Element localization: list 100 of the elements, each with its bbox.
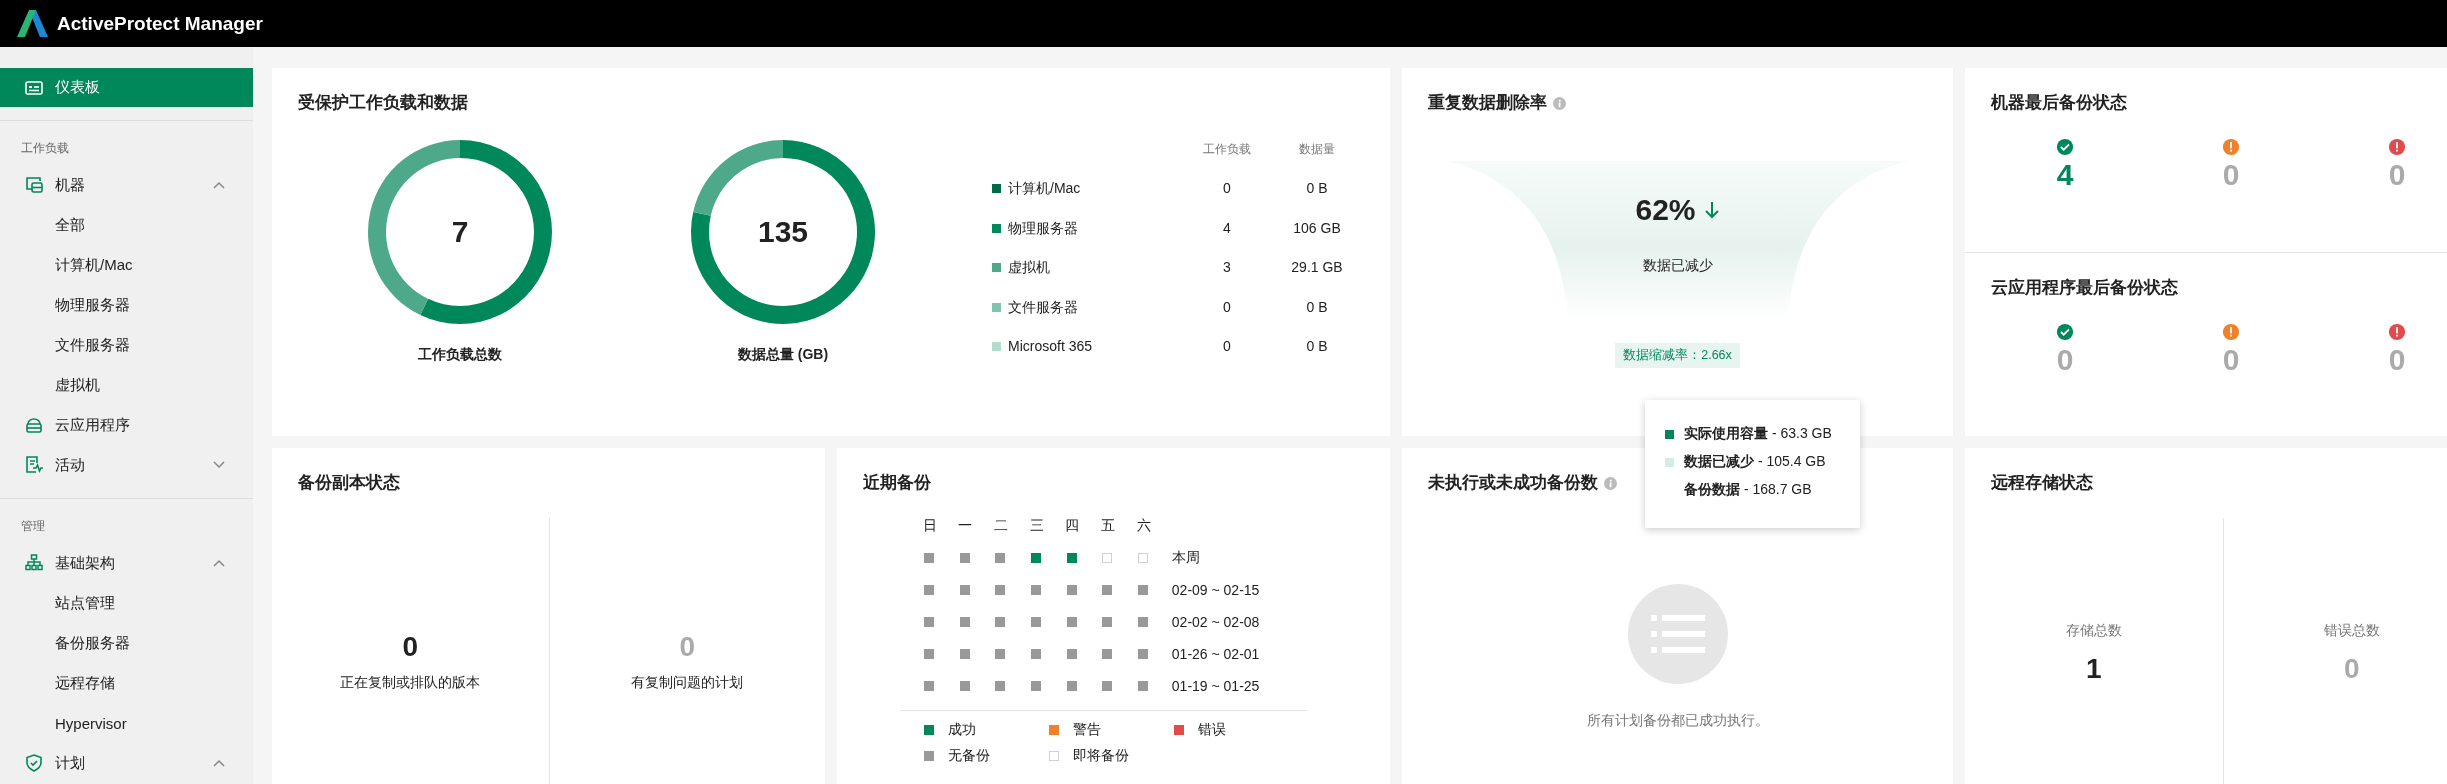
check-circle-icon <box>2056 138 2074 156</box>
dedup-percent: 62% <box>1635 193 1696 227</box>
error-icon <box>2388 138 2406 156</box>
stat-label: 错误总数 <box>2323 622 2380 640</box>
sidebar-subitem[interactable]: 备份服务器 <box>0 623 253 663</box>
sidebar-item[interactable]: 仪表板 <box>0 68 253 107</box>
section-heading: 管理 <box>20 518 46 535</box>
day-status-square <box>1102 617 1113 627</box>
sidebar-item-label: 机器 <box>55 175 86 195</box>
sidebar-subitem[interactable]: 远程存储 <box>0 663 253 703</box>
legend-label: 警告 <box>1073 721 1101 739</box>
day-status-square <box>1031 585 1042 595</box>
tooltip-text: 实际使用容量 - 63.3 GB <box>1684 425 1832 443</box>
empty-message: 所有计划备份都已成功执行。 <box>1586 712 1769 730</box>
table-cell-text: 106 GB <box>1292 218 1342 238</box>
dedup-caption: 数据已减少 <box>1642 257 1713 275</box>
day-status-square <box>1102 585 1113 595</box>
sidebar-subitem[interactable]: 虚拟机 <box>0 365 253 405</box>
day-status-square <box>1066 553 1077 563</box>
weekday-label: 四 <box>1064 517 1080 535</box>
error-icon <box>2388 322 2406 341</box>
sidebar-subitem[interactable]: 全部 <box>0 205 253 245</box>
day-status-square <box>1102 649 1113 659</box>
week-label: 01-26 ~ 02-01 <box>1171 646 1261 662</box>
sidebar-item-label: 仪表板 <box>55 78 101 97</box>
monitor-icon <box>24 175 44 195</box>
info-icon[interactable] <box>1553 96 1566 110</box>
sidebar-item-label: 活动 <box>55 455 86 475</box>
sidebar-subitem[interactable]: 物理服务器 <box>0 285 253 325</box>
tooltip-text: 备份数据 - 168.7 GB <box>1684 481 1812 499</box>
network-tree-icon <box>24 553 44 573</box>
day-status-square <box>924 681 934 691</box>
table-cell-text: 0 B <box>1305 337 1329 356</box>
card-title: 受保护工作负载和数据 <box>298 92 468 114</box>
status-count: 0 <box>2056 341 2074 378</box>
stat-label: 存储总数 <box>2065 622 2122 640</box>
stat-value: 1 <box>2085 652 2102 686</box>
card-title: 未执行或未成功备份数 <box>1428 472 1598 494</box>
sidebar-item[interactable]: 机器 <box>0 165 253 205</box>
sidebar-subitem[interactable]: 站点管理 <box>0 583 253 623</box>
sidebar-item[interactable]: 基础架构 <box>0 543 253 583</box>
sidebar-item[interactable]: 计划 <box>0 743 253 783</box>
day-status-square <box>995 617 1006 627</box>
week-label: 01-19 ~ 01-25 <box>1171 678 1261 694</box>
day-status-square <box>924 617 934 627</box>
day-status-square <box>995 553 1006 563</box>
chevron-up-icon[interactable] <box>213 181 225 189</box>
card-title: 近期备份 <box>863 472 931 494</box>
sidebar-subitem[interactable]: 计算机/Mac <box>0 245 253 285</box>
chevron-down-icon[interactable] <box>213 461 225 469</box>
weekday-label: 日 <box>922 517 937 535</box>
activity-log-icon <box>24 455 44 475</box>
status-count: 0 <box>2222 341 2240 378</box>
card-title: 云应用程序最后备份状态 <box>1991 276 2178 299</box>
sidebar-subitem[interactable]: 文件服务器 <box>0 325 253 365</box>
table-cell-text: 0 <box>1222 297 1232 317</box>
legend-label: 文件服务器 <box>1008 297 1079 317</box>
day-status-square <box>1031 649 1042 659</box>
card-title: 备份副本状态 <box>298 472 400 494</box>
table-cell-text: 0 <box>1222 179 1232 198</box>
table-cell-text: 4 <box>1222 218 1232 238</box>
day-status-square <box>959 617 970 627</box>
info-icon[interactable] <box>1604 476 1617 490</box>
day-status-square <box>1138 617 1149 627</box>
day-status-square <box>1066 585 1077 595</box>
day-status-square <box>959 649 970 659</box>
donut-caption: 工作负载总数 <box>418 346 502 364</box>
status-count: 0 <box>2222 157 2240 193</box>
sidebar-subitem[interactable]: Hypervisor <box>0 703 253 743</box>
card-title: 远程存储状态 <box>1991 472 2093 494</box>
logo-icon <box>17 10 48 37</box>
day-status-square <box>924 649 934 659</box>
legend-label: 即将备份 <box>1073 747 1129 765</box>
sidebar-item[interactable]: 云应用程序 <box>0 405 253 445</box>
legend-label: 物理服务器 <box>1008 218 1079 238</box>
day-status-square <box>959 585 970 595</box>
day-status-square <box>1138 585 1149 595</box>
column-header: 工作负载 <box>1202 141 1252 158</box>
sidebar-item[interactable]: 活动 <box>0 445 253 485</box>
stat-label: 正在复制或排队的版本 <box>340 674 481 692</box>
day-status-square <box>995 681 1006 691</box>
day-status-square <box>1102 681 1113 691</box>
legend-swatch <box>1174 725 1184 735</box>
week-label: 02-09 ~ 02-15 <box>1171 582 1261 598</box>
stat-label: 有复制问题的计划 <box>631 674 744 692</box>
day-status-square <box>1031 617 1042 627</box>
status-count: 0 <box>2388 157 2406 193</box>
shield-check-icon <box>24 753 44 773</box>
chevron-up-icon[interactable] <box>213 559 225 567</box>
warning-icon <box>2222 322 2240 341</box>
sidebar-item-label: 计划 <box>55 753 86 773</box>
app-title: ActiveProtect Manager <box>57 12 263 35</box>
legend-swatch <box>924 725 934 735</box>
check-circle-icon <box>2056 322 2074 341</box>
day-status-square <box>924 585 934 595</box>
day-status-square <box>959 681 970 691</box>
donut-caption: 数据总量 (GB) <box>737 346 829 364</box>
chevron-up-icon[interactable] <box>213 759 225 767</box>
table-cell-text: 0 B <box>1305 179 1329 198</box>
day-status-square <box>1066 681 1077 691</box>
